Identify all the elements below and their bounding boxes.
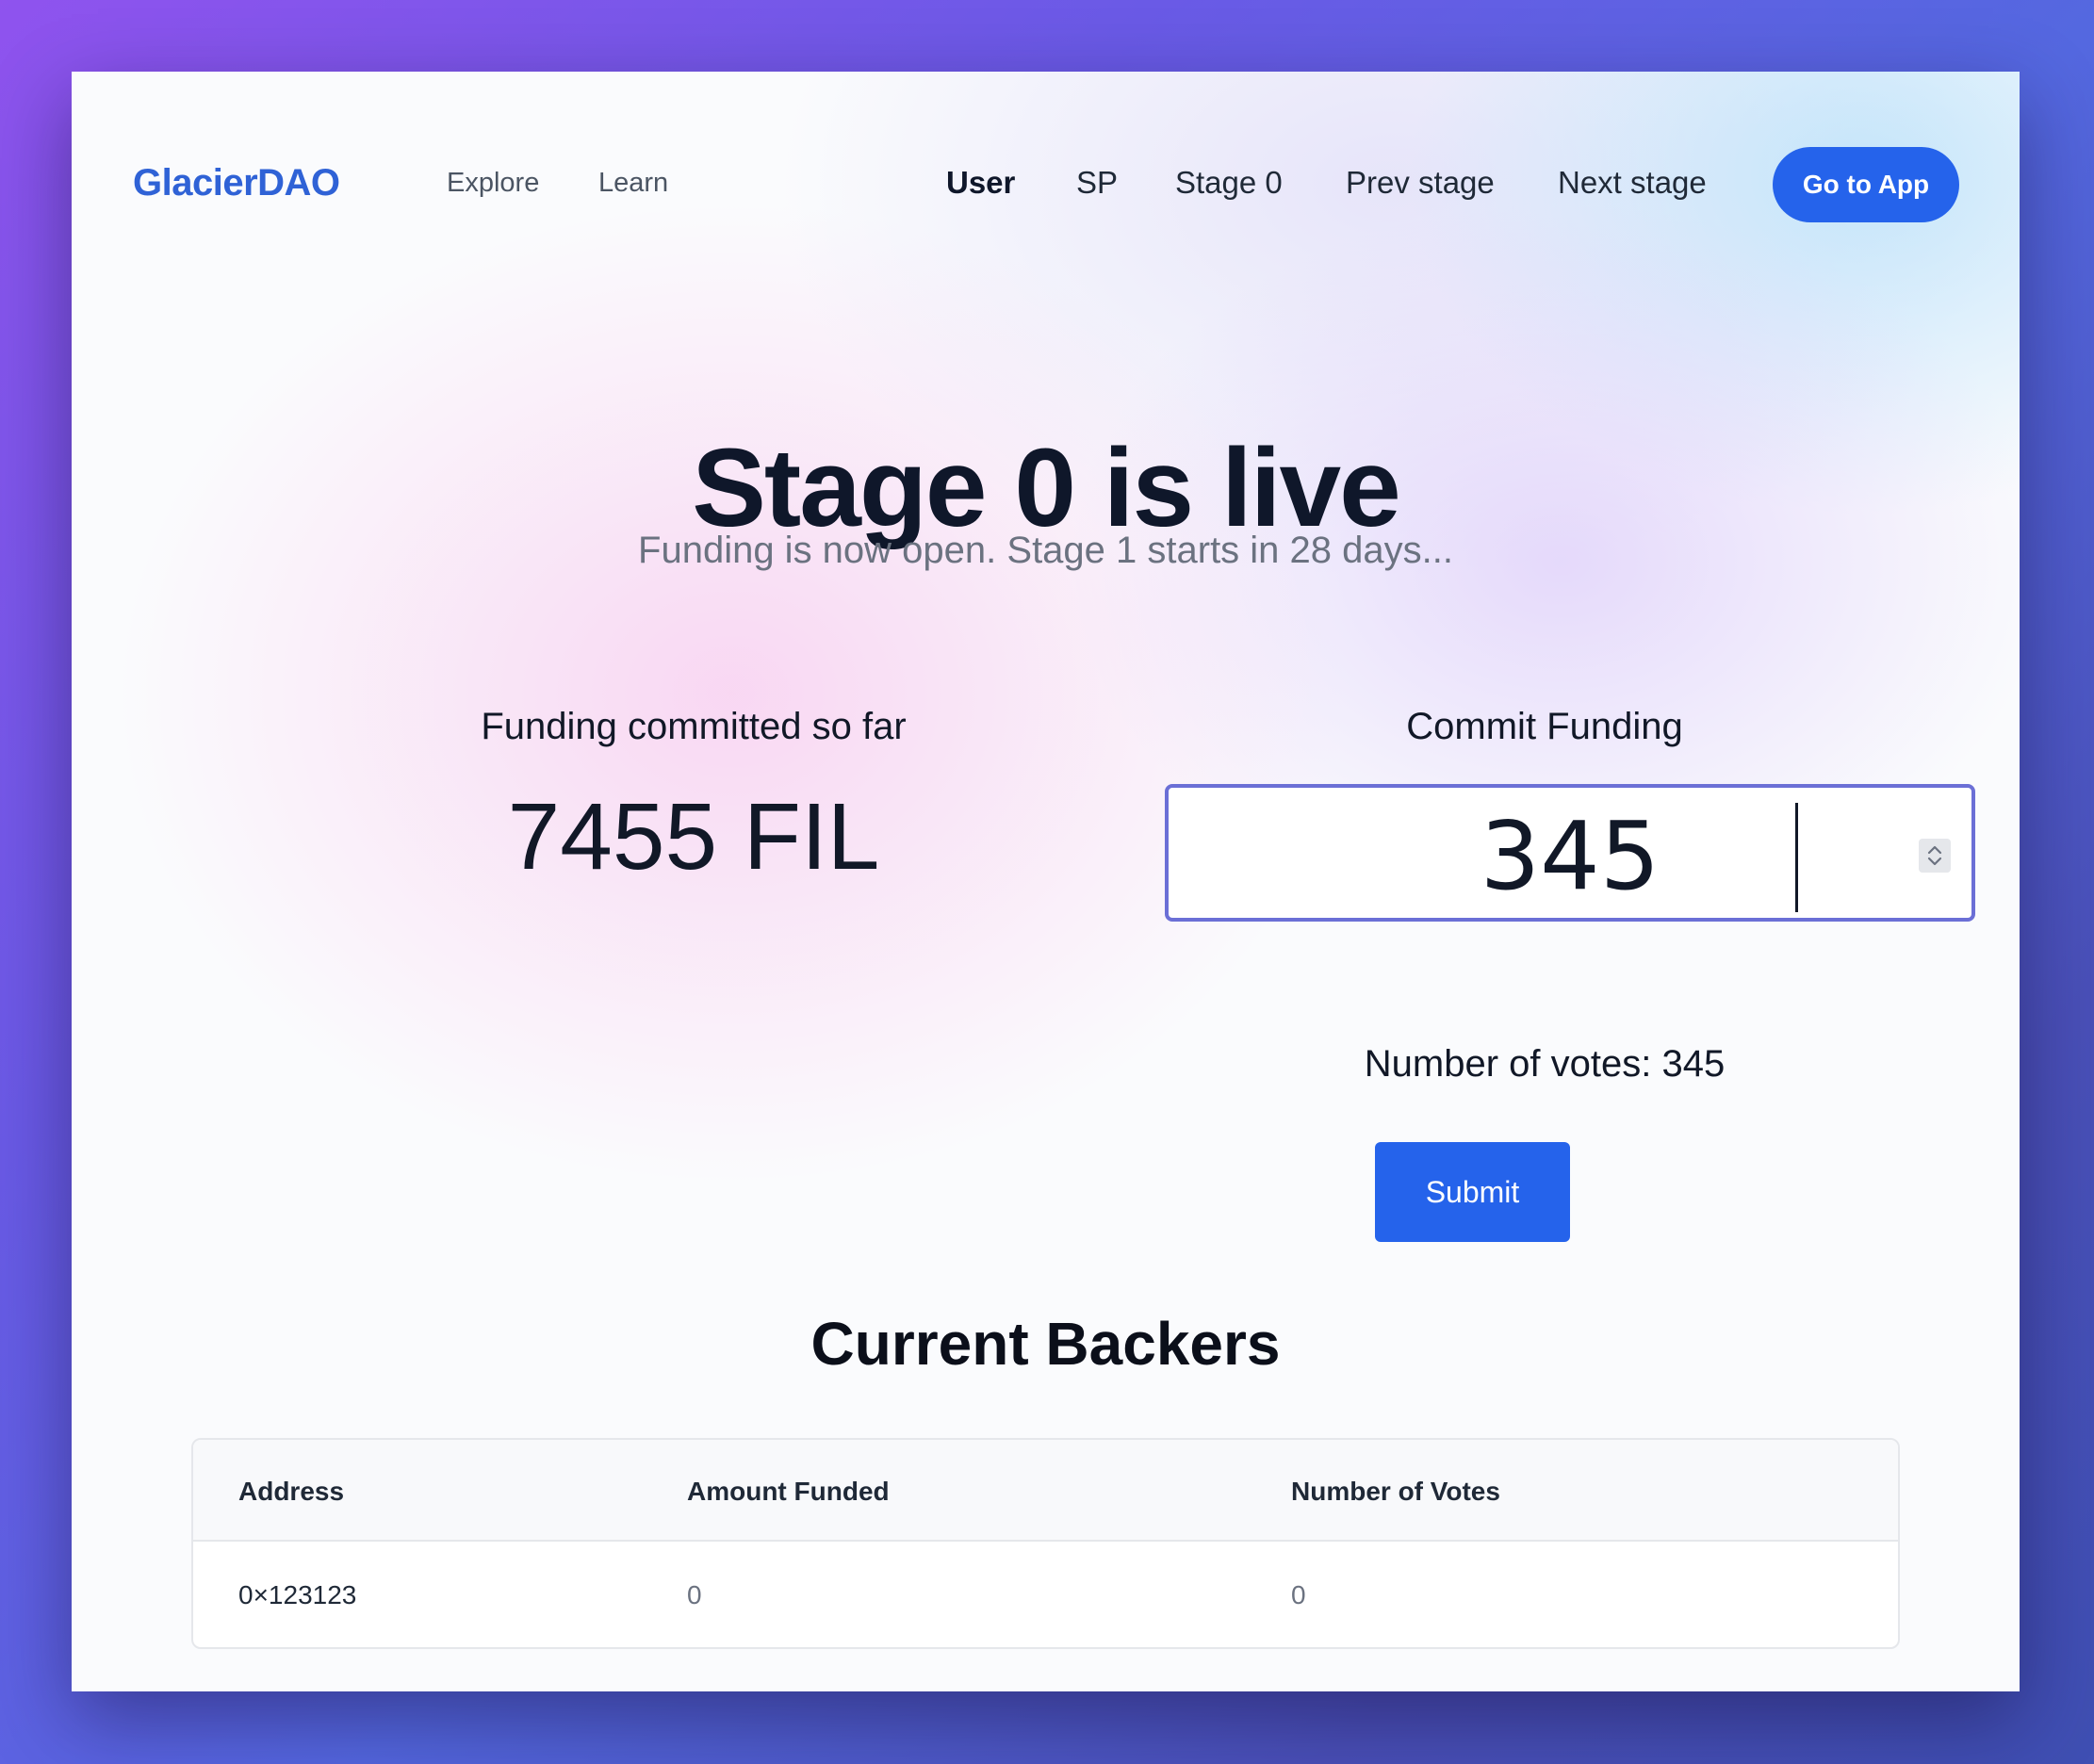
nav-link-sp[interactable]: SP	[1076, 164, 1118, 202]
commit-funding-label: Commit Funding	[1406, 706, 1683, 747]
nav-link-explore[interactable]: Explore	[447, 166, 539, 200]
number-of-votes-text: Number of votes: 345	[1364, 1043, 1726, 1085]
cell-amount-funded: 0	[687, 1580, 702, 1609]
app-window: GlacierDAO Explore Learn User SP Stage 0…	[72, 72, 2020, 1691]
nav-link-prev-stage[interactable]: Prev stage	[1346, 164, 1495, 202]
go-to-app-button[interactable]: Go to App	[1773, 147, 1959, 222]
column-header-amount-funded: Amount Funded	[687, 1477, 890, 1506]
backers-table: Address Amount Funded Number of Votes 0×…	[191, 1438, 1900, 1649]
nav-link-stage-0[interactable]: Stage 0	[1175, 164, 1283, 202]
text-caret	[1795, 803, 1798, 912]
commit-funding-value[interactable]: 345	[1169, 805, 1971, 908]
nav-link-user[interactable]: User	[946, 164, 1015, 202]
cell-address: 0×123123	[238, 1580, 357, 1609]
funding-committed-amount: 7455 FIL	[507, 784, 880, 890]
nav-link-next-stage[interactable]: Next stage	[1558, 164, 1707, 202]
column-header-address: Address	[238, 1477, 345, 1506]
column-header-number-of-votes: Number of Votes	[1291, 1477, 1500, 1506]
top-nav: GlacierDAO Explore Learn User SP Stage 0…	[72, 72, 2020, 298]
cell-number-of-votes: 0	[1291, 1580, 1306, 1609]
brand-logo[interactable]: GlacierDAO	[133, 160, 340, 205]
page-subtitle: Funding is now open. Stage 1 starts in 2…	[638, 530, 1453, 571]
nav-link-learn[interactable]: Learn	[598, 166, 668, 200]
table-header: Address Amount Funded Number of Votes	[193, 1440, 1898, 1542]
submit-button[interactable]: Submit	[1375, 1142, 1570, 1242]
number-stepper-icon[interactable]	[1919, 839, 1951, 873]
funding-committed-label: Funding committed so far	[481, 706, 907, 747]
commit-funding-input[interactable]: 345	[1165, 784, 1975, 922]
backers-title: Current Backers	[810, 1310, 1281, 1378]
table-row: 0×123123 0 0	[193, 1542, 1898, 1647]
